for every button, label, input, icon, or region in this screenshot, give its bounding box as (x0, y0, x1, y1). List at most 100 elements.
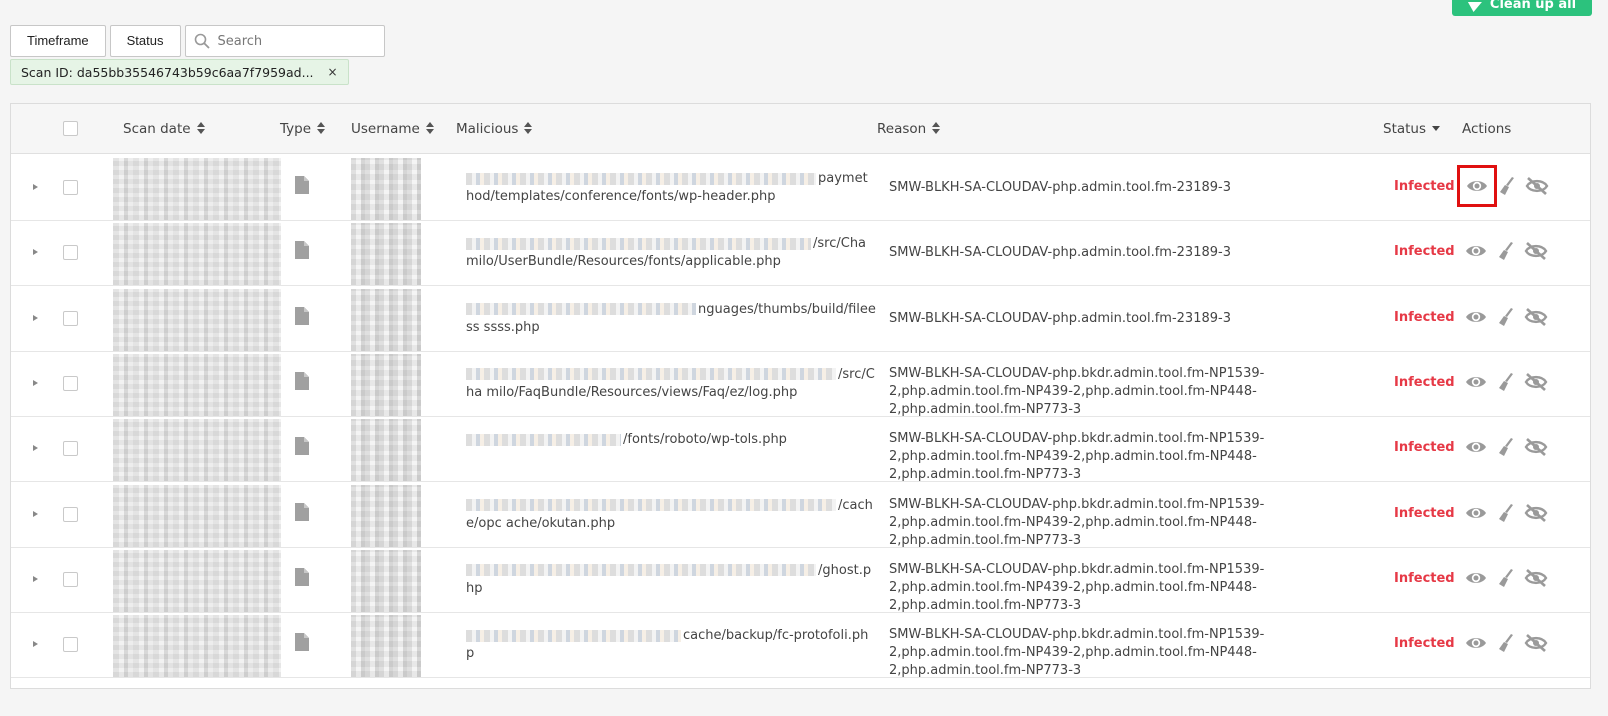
broom-icon (1499, 438, 1513, 457)
expand-row-icon[interactable] (33, 641, 38, 648)
clean-file-button[interactable] (1494, 239, 1518, 263)
expand-row-icon[interactable] (33, 445, 38, 452)
search-icon (194, 33, 210, 49)
column-header-type[interactable]: Type (280, 104, 325, 154)
status-badge: Infected (1394, 374, 1455, 390)
malicious-file-path: /src/Cha milo/FaqBundle/Resources/views/… (466, 366, 876, 402)
row-actions (1457, 165, 1549, 207)
status-badge: Infected (1394, 440, 1455, 456)
clean-file-button[interactable] (1494, 566, 1518, 590)
malicious-file-path: /src/Cha milo/UserBundle/Resources/fonts… (466, 235, 876, 271)
row-checkbox[interactable] (63, 180, 78, 195)
search-input[interactable] (185, 26, 384, 56)
file-icon (294, 567, 310, 590)
clean-file-button[interactable] (1494, 501, 1518, 525)
malicious-file-path: cache/backup/fc-protofoli.php (466, 627, 876, 663)
row-checkbox[interactable] (63, 375, 78, 391)
sort-icon (524, 122, 532, 134)
row-checkbox[interactable] (63, 571, 78, 587)
view-file-button[interactable] (1464, 370, 1488, 394)
path-redacted (466, 564, 816, 577)
timeframe-button[interactable]: Timeframe (10, 25, 106, 57)
view-file-button[interactable] (1464, 631, 1488, 655)
table-row: /cache/opc ache/okutan.php SMW-BLKH-SA-C… (11, 481, 1590, 548)
view-file-button[interactable] (1464, 305, 1488, 329)
select-all-checkbox[interactable] (63, 121, 78, 136)
reason-text: SMW-BLKH-SA-CLOUDAV-php.bkdr.admin.tool.… (889, 431, 1265, 483)
column-header-malicious[interactable]: Malicious (456, 104, 532, 154)
row-checkbox[interactable] (63, 637, 78, 653)
ignore-file-button[interactable] (1525, 174, 1549, 198)
expand-row-icon[interactable] (33, 184, 38, 190)
sort-icon (317, 122, 325, 134)
eye-slash-icon (1524, 503, 1548, 522)
column-header-status[interactable]: Status (1383, 104, 1441, 154)
status-badge: Infected (1394, 309, 1455, 325)
expand-row-icon[interactable] (33, 575, 38, 582)
username-redacted (351, 223, 421, 286)
reason-header-label: Reason (877, 121, 927, 137)
reason-text: SMW-BLKH-SA-CLOUDAV-php.admin.tool.fm-23… (889, 310, 1231, 326)
eye-slash-icon (1524, 568, 1548, 587)
search-box (184, 25, 385, 57)
ignore-file-button[interactable] (1524, 631, 1548, 655)
ignore-file-button[interactable] (1524, 370, 1548, 394)
sort-icon (197, 122, 205, 134)
broom-icon (1499, 568, 1513, 587)
column-header-reason[interactable]: Reason (877, 104, 940, 154)
reason-text: SMW-BLKH-SA-CLOUDAV-php.bkdr.admin.tool.… (889, 365, 1265, 417)
scan-date-redacted (113, 615, 281, 678)
sort-icon (426, 122, 434, 134)
expand-row-icon[interactable] (33, 379, 38, 386)
expand-row-icon[interactable] (33, 510, 38, 517)
reason-text: SMW-BLKH-SA-CLOUDAV-php.bkdr.admin.tool.… (889, 627, 1265, 679)
row-checkbox[interactable] (63, 245, 78, 261)
expand-row-icon[interactable] (33, 249, 38, 256)
view-file-button[interactable] (1457, 165, 1497, 207)
row-actions (1464, 370, 1548, 394)
malicious-file-path: paymet hod/templates/conference/fonts/wp… (466, 170, 876, 206)
path-redacted (466, 629, 681, 642)
malicious-path-text: /fonts/roboto/wp-tols.php (623, 432, 787, 448)
ignore-file-button[interactable] (1524, 239, 1548, 263)
ignore-file-button[interactable] (1524, 566, 1548, 590)
view-file-button[interactable] (1464, 501, 1488, 525)
view-file-button[interactable] (1464, 435, 1488, 459)
expand-row-icon[interactable] (33, 314, 38, 321)
broom-icon (1499, 372, 1513, 391)
eye-slash-icon (1524, 438, 1548, 457)
ignore-file-button[interactable] (1524, 435, 1548, 459)
sort-desc-icon (1432, 125, 1441, 131)
clean-file-button[interactable] (1495, 174, 1519, 198)
broom-icon (1499, 307, 1513, 326)
clean-file-button[interactable] (1494, 435, 1518, 459)
sort-icon (932, 122, 940, 134)
table-row: cache/backup/fc-protofoli.php SMW-BLKH-S… (11, 611, 1590, 679)
column-header-username[interactable]: Username (351, 104, 434, 154)
path-redacted (466, 237, 811, 250)
clean-up-all-button[interactable]: Clean up all (1452, 0, 1592, 16)
eye-icon (1467, 181, 1487, 191)
close-icon[interactable]: × (328, 65, 338, 79)
row-checkbox[interactable] (63, 441, 78, 457)
view-file-button[interactable] (1464, 566, 1488, 590)
row-actions (1464, 305, 1548, 329)
clean-file-button[interactable] (1494, 631, 1518, 655)
reason-text: SMW-BLKH-SA-CLOUDAV-php.bkdr.admin.tool.… (889, 496, 1265, 548)
filter-toolbar: Timeframe Status (10, 25, 385, 57)
eye-icon (1466, 442, 1486, 453)
clean-file-button[interactable] (1494, 305, 1518, 329)
clean-file-button[interactable] (1494, 370, 1518, 394)
status-badge: Infected (1394, 179, 1455, 194)
type-header-label: Type (280, 121, 312, 137)
malicious-header-label: Malicious (456, 121, 519, 137)
eye-slash-icon (1524, 634, 1548, 653)
status-filter-button[interactable]: Status (109, 25, 181, 57)
ignore-file-button[interactable] (1524, 501, 1548, 525)
row-checkbox[interactable] (63, 310, 78, 326)
row-actions (1464, 435, 1548, 459)
row-checkbox[interactable] (63, 506, 78, 522)
column-header-scan-date[interactable]: Scan date (123, 104, 205, 154)
view-file-button[interactable] (1464, 239, 1488, 263)
ignore-file-button[interactable] (1524, 305, 1548, 329)
